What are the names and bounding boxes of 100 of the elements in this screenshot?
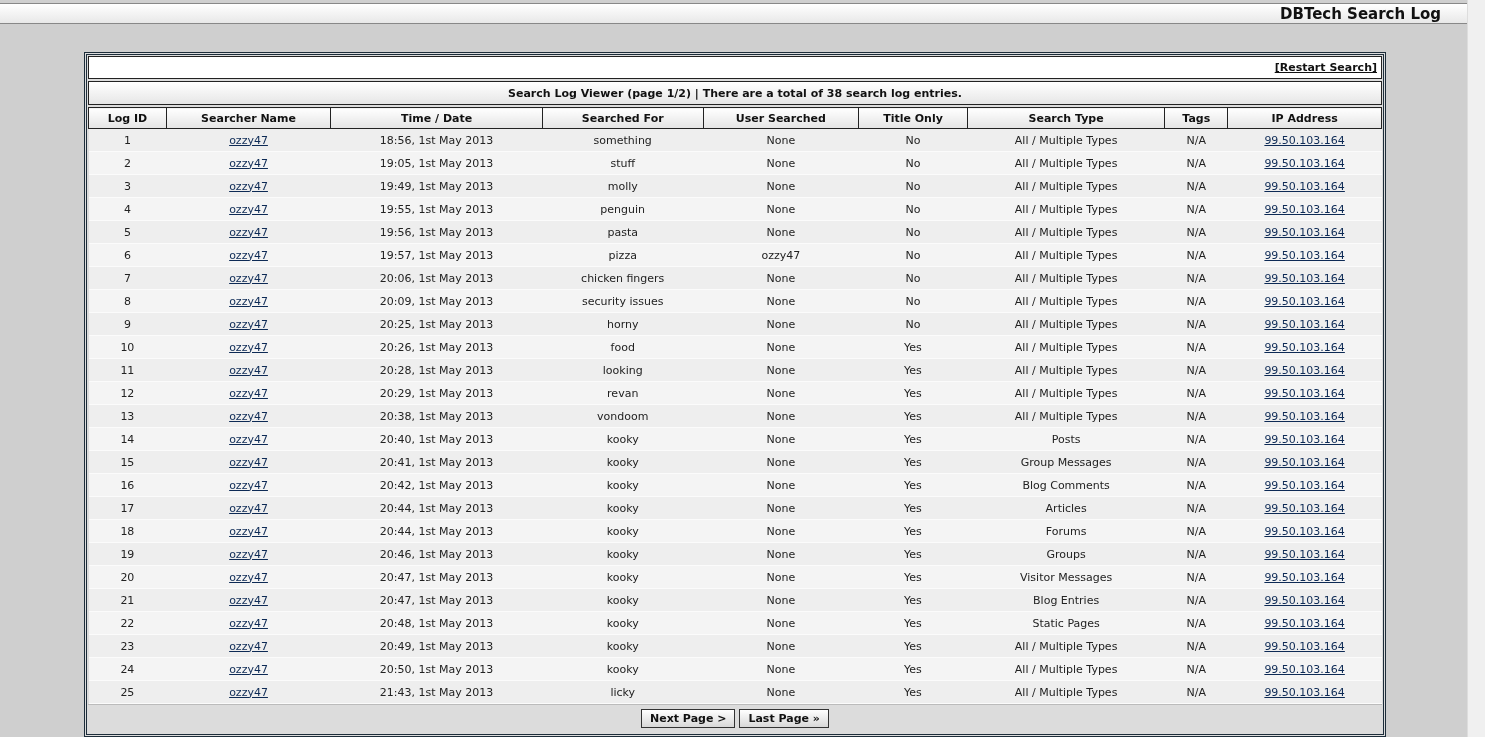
- table-link[interactable]: ozzy47: [229, 386, 268, 400]
- table-link[interactable]: ozzy47: [229, 662, 268, 676]
- table-link[interactable]: ozzy47: [229, 455, 268, 469]
- table-link[interactable]: 99.50.103.164: [1264, 340, 1345, 354]
- pagination-button[interactable]: Next Page >: [641, 709, 736, 728]
- table-cell: None: [703, 289, 859, 313]
- table-link[interactable]: 99.50.103.164: [1264, 455, 1345, 469]
- table-link[interactable]: 99.50.103.164: [1264, 225, 1345, 239]
- table-link[interactable]: ozzy47: [229, 570, 268, 584]
- table-link[interactable]: 99.50.103.164: [1264, 317, 1345, 331]
- scrollbar-track[interactable]: [1467, 0, 1485, 737]
- table-cell: licky: [542, 680, 704, 704]
- table-link[interactable]: 99.50.103.164: [1264, 202, 1345, 216]
- table-link[interactable]: ozzy47: [229, 616, 268, 630]
- table-cell: None: [703, 151, 859, 175]
- table-cell: 19:05, 1st May 2013: [330, 151, 543, 175]
- table-cell: 15: [88, 450, 167, 474]
- table-link[interactable]: 99.50.103.164: [1264, 639, 1345, 653]
- table-cell: Blog Entries: [967, 588, 1165, 612]
- table-cell: Groups: [967, 542, 1165, 566]
- table-link[interactable]: 99.50.103.164: [1264, 386, 1345, 400]
- table-link[interactable]: ozzy47: [229, 294, 268, 308]
- table-link[interactable]: 99.50.103.164: [1264, 547, 1345, 561]
- pagination-button[interactable]: Last Page »: [739, 709, 829, 728]
- table-link[interactable]: ozzy47: [229, 340, 268, 354]
- table-cell: N/A: [1164, 335, 1228, 359]
- table-cell: chicken fingers: [542, 266, 704, 290]
- table-link[interactable]: ozzy47: [229, 501, 268, 515]
- table-cell: No: [858, 151, 968, 175]
- table-link[interactable]: 99.50.103.164: [1264, 501, 1345, 515]
- table-link[interactable]: ozzy47: [229, 685, 268, 699]
- table-cell: Posts: [967, 427, 1165, 451]
- table-link[interactable]: 99.50.103.164: [1264, 432, 1345, 446]
- table-link[interactable]: ozzy47: [229, 317, 268, 331]
- table-link[interactable]: 99.50.103.164: [1264, 478, 1345, 492]
- table-link[interactable]: ozzy47: [229, 133, 268, 147]
- table-link[interactable]: ozzy47: [229, 202, 268, 216]
- table-link[interactable]: 99.50.103.164: [1264, 248, 1345, 262]
- table-cell: stuff: [542, 151, 704, 175]
- table-cell: 5: [88, 220, 167, 244]
- table-link[interactable]: ozzy47: [229, 225, 268, 239]
- table-link[interactable]: ozzy47: [229, 432, 268, 446]
- table-link[interactable]: ozzy47: [229, 363, 268, 377]
- column-header: Tags: [1164, 107, 1228, 129]
- table-link[interactable]: 99.50.103.164: [1264, 616, 1345, 630]
- table-link[interactable]: 99.50.103.164: [1264, 156, 1345, 170]
- table-cell: None: [703, 680, 859, 704]
- table-cell: 25: [88, 680, 167, 704]
- table-link[interactable]: 99.50.103.164: [1264, 409, 1345, 423]
- table-cell: Yes: [858, 542, 968, 566]
- table-cell: Group Messages: [967, 450, 1165, 474]
- table-link[interactable]: 99.50.103.164: [1264, 685, 1345, 699]
- table-link[interactable]: ozzy47: [229, 547, 268, 561]
- table-cell: 21:43, 1st May 2013: [330, 680, 543, 704]
- table-link[interactable]: ozzy47: [229, 179, 268, 193]
- table-link[interactable]: ozzy47: [229, 409, 268, 423]
- table-link[interactable]: ozzy47: [229, 271, 268, 285]
- column-header: Searcher Name: [166, 107, 331, 129]
- table-link[interactable]: ozzy47: [229, 248, 268, 262]
- table-link[interactable]: ozzy47: [229, 478, 268, 492]
- table-cell: Yes: [858, 473, 968, 497]
- table-cell: N/A: [1164, 611, 1228, 635]
- table-cell: Forums: [967, 519, 1165, 543]
- table-link[interactable]: ozzy47: [229, 156, 268, 170]
- table-link[interactable]: ozzy47: [229, 593, 268, 607]
- table-link[interactable]: ozzy47: [229, 639, 268, 653]
- table-cell: N/A: [1164, 289, 1228, 313]
- table-cell: None: [703, 128, 859, 152]
- restart-search-link[interactable]: [Restart Search]: [1274, 61, 1377, 74]
- table-cell: No: [858, 312, 968, 336]
- table-link[interactable]: 99.50.103.164: [1264, 593, 1345, 607]
- table-cell: All / Multiple Types: [967, 634, 1165, 658]
- table-cell: 20:42, 1st May 2013: [330, 473, 543, 497]
- table-cell: 20:44, 1st May 2013: [330, 496, 543, 520]
- table-cell: No: [858, 266, 968, 290]
- table-cell: None: [703, 473, 859, 497]
- table-link[interactable]: 99.50.103.164: [1264, 271, 1345, 285]
- table-cell: security issues: [542, 289, 704, 313]
- table-link[interactable]: 99.50.103.164: [1264, 133, 1345, 147]
- table-link[interactable]: 99.50.103.164: [1264, 179, 1345, 193]
- table-cell: None: [703, 427, 859, 451]
- table-link[interactable]: 99.50.103.164: [1264, 524, 1345, 538]
- table-cell: 19:55, 1st May 2013: [330, 197, 543, 221]
- table-cell: All / Multiple Types: [967, 266, 1165, 290]
- table-cell: 11: [88, 358, 167, 382]
- table-cell: 12: [88, 381, 167, 405]
- table-link[interactable]: 99.50.103.164: [1264, 570, 1345, 584]
- table-cell: None: [703, 542, 859, 566]
- table-cell: None: [703, 335, 859, 359]
- table-cell: No: [858, 220, 968, 244]
- table-cell: 4: [88, 197, 167, 221]
- table-link[interactable]: 99.50.103.164: [1264, 662, 1345, 676]
- table-link[interactable]: ozzy47: [229, 524, 268, 538]
- table-cell: None: [703, 197, 859, 221]
- table-link[interactable]: 99.50.103.164: [1264, 363, 1345, 377]
- table-link[interactable]: 99.50.103.164: [1264, 294, 1345, 308]
- table-cell: something: [542, 128, 704, 152]
- table-cell: 19: [88, 542, 167, 566]
- table-cell: 20:49, 1st May 2013: [330, 634, 543, 658]
- table-cell: None: [703, 381, 859, 405]
